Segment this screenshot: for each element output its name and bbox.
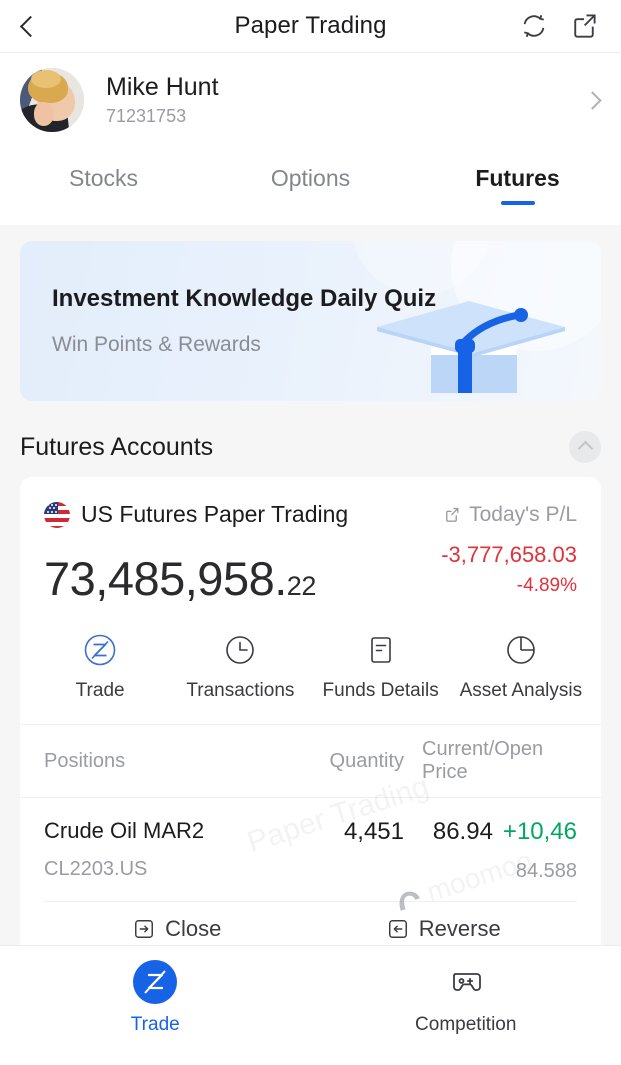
tab-bar: Stocks Options Futures xyxy=(0,147,621,225)
position-identity: Crude Oil MAR2 CL2203.US xyxy=(44,818,259,881)
action-trade-label: Trade xyxy=(75,680,125,701)
tab-futures[interactable]: Futures xyxy=(414,165,621,205)
nav-item-competition-label: Competition xyxy=(415,1014,517,1035)
account-card-container: US Futures Paper Trading Today's P/L 73,… xyxy=(0,477,621,968)
nav-item-trade[interactable]: Trade xyxy=(0,960,311,1065)
avatar-hand xyxy=(34,102,54,126)
tab-stocks[interactable]: Stocks xyxy=(0,165,207,192)
column-header-positions: Positions xyxy=(44,749,126,772)
refresh-icon[interactable] xyxy=(519,11,549,41)
us-flag-icon xyxy=(44,501,70,528)
pl-values: -3,777,658.03 -4.89% xyxy=(441,542,577,603)
position-price-line: 86.94 +10,46 xyxy=(410,818,577,846)
close-position-button[interactable]: Close xyxy=(44,916,311,942)
account-info: Mike Hunt 71231753 xyxy=(106,73,219,127)
trade-z-glyph xyxy=(144,970,166,994)
account-name: Mike Hunt xyxy=(106,73,219,101)
nav-item-competition[interactable]: Competition xyxy=(311,960,621,1065)
account-card-header: US Futures Paper Trading Today's P/L xyxy=(20,477,601,528)
pie-chart-icon xyxy=(507,636,535,664)
close-position-label: Close xyxy=(165,916,222,941)
action-transactions[interactable]: Transactions xyxy=(170,633,310,702)
account-header-row[interactable]: Mike Hunt 71231753 xyxy=(0,52,621,147)
nav-item-trade-label: Trade xyxy=(130,1014,180,1035)
chevron-up-icon xyxy=(577,440,593,457)
banner-container: Investment Knowledge Daily Quiz Win Poin… xyxy=(0,225,621,401)
gamepad-icon xyxy=(452,973,481,991)
close-position-icon xyxy=(135,920,154,938)
futures-accounts-section-header: Futures Accounts xyxy=(0,401,621,477)
column-header-price: Current/Open Price xyxy=(422,738,544,783)
pl-amount: -3,777,658.03 xyxy=(441,542,577,567)
reverse-position-button[interactable]: Reverse xyxy=(311,916,578,942)
tab-options-label: Options xyxy=(270,165,351,191)
action-funds-details-label: Funds Details xyxy=(322,680,439,701)
action-asset-analysis-label: Asset Analysis xyxy=(459,680,583,701)
account-card-title: US Futures Paper Trading xyxy=(81,501,349,527)
bottom-navigation: Trade Competition xyxy=(0,945,621,1065)
position-open-price: 84.588 xyxy=(515,860,577,882)
positions-table-header: Positions Quantity Current/Open Price xyxy=(20,724,601,798)
document-icon xyxy=(370,637,391,663)
action-funds-details[interactable]: Funds Details xyxy=(311,633,451,702)
daily-quiz-banner[interactable]: Investment Knowledge Daily Quiz Win Poin… xyxy=(20,241,601,401)
futures-account-card: US Futures Paper Trading Today's P/L 73,… xyxy=(20,477,601,968)
account-id: 71231753 xyxy=(106,106,187,126)
position-quantity: 4,451 xyxy=(343,818,404,845)
top-bar: Paper Trading xyxy=(0,0,621,52)
avatar xyxy=(20,68,84,132)
todays-pl-label: Today's P/L xyxy=(469,502,577,526)
balance-cents: 22 xyxy=(286,570,317,601)
position-current-price: 86.94 xyxy=(432,818,493,845)
banner-subtitle: Win Points & Rewards xyxy=(52,333,261,356)
pl-percent: -4.89% xyxy=(516,575,577,596)
action-transactions-label: Transactions xyxy=(186,680,295,701)
trade-z-icon xyxy=(84,634,116,666)
app-screen: Paper Trading Mike Hunt 71231753 Stocks … xyxy=(0,0,621,1065)
active-tab-indicator xyxy=(500,201,535,205)
reverse-position-label: Reverse xyxy=(418,916,501,941)
tab-options[interactable]: Options xyxy=(207,165,414,192)
tab-futures-label: Futures xyxy=(475,165,560,191)
avatar-hair-highlight xyxy=(31,70,61,88)
tab-stocks-label: Stocks xyxy=(68,165,139,191)
reverse-position-icon xyxy=(388,920,407,938)
position-price-cell: 86.94 +10,46 84.588 xyxy=(404,818,577,883)
position-change: +10,46 xyxy=(502,818,577,845)
position-code: CL2203.US xyxy=(44,858,148,880)
position-quantity-cell: 4,451 xyxy=(259,818,404,846)
account-balance: 73,485,958.22 xyxy=(44,551,317,605)
table-row[interactable]: Crude Oil MAR2 CL2203.US 4,451 86.94 +10… xyxy=(20,798,601,895)
column-header-quantity: Quantity xyxy=(329,749,404,772)
account-actions: Trade Transactions Funds Details Asset A… xyxy=(20,603,601,724)
clock-icon xyxy=(226,636,255,664)
flag-star xyxy=(46,510,49,513)
chevron-right-icon[interactable] xyxy=(583,90,602,110)
share-icon[interactable] xyxy=(569,11,599,41)
position-name: Crude Oil MAR2 xyxy=(44,818,205,843)
trade-z-icon xyxy=(133,960,178,1004)
flag-star xyxy=(46,503,49,506)
balance-main: 73,485,958. xyxy=(44,551,287,605)
collapse-section-button[interactable] xyxy=(569,431,601,463)
todays-pl-button[interactable]: Today's P/L xyxy=(442,503,577,527)
graduation-cap-icon xyxy=(377,301,565,393)
share-icon xyxy=(446,507,459,522)
section-title: Futures Accounts xyxy=(20,432,214,461)
action-asset-analysis[interactable]: Asset Analysis xyxy=(451,633,591,702)
action-trade[interactable]: Trade xyxy=(30,633,170,702)
top-bar-actions xyxy=(519,11,621,41)
balance-row: 73,485,958.22 -3,777,658.03 -4.89% xyxy=(20,528,601,603)
